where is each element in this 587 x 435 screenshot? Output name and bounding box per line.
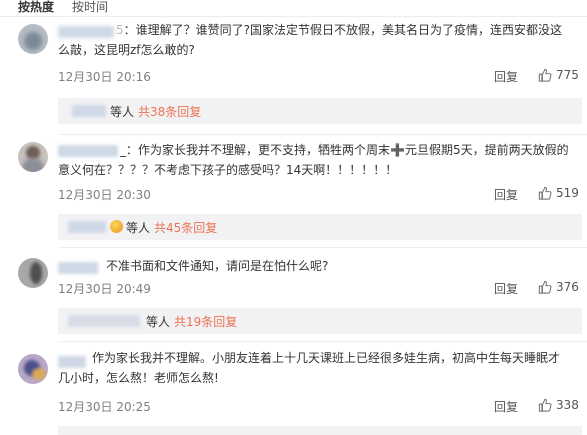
sub-replies-box[interactable]: 等人 共19条回复	[58, 308, 582, 334]
sort-bar: 按热度 按时间	[0, 0, 587, 17]
comment-time: 12月30日 20:25	[58, 400, 151, 414]
sub-reply-user[interactable]	[72, 105, 106, 117]
comment-time: 12月30日 20:49	[58, 282, 151, 296]
comment-text: 5：谁理解了？谁赞同了?国家法定节假日不放假，美其名日为了疫情，连西安都没这么敲…	[58, 20, 570, 60]
avatar[interactable]	[18, 354, 48, 384]
thumbs-up-icon[interactable]	[538, 186, 552, 200]
like-count: 519	[556, 186, 579, 200]
comment-time: 12月30日 20:30	[58, 188, 151, 202]
sub-reply-etc: 等人	[146, 315, 171, 329]
like-count: 338	[556, 398, 579, 412]
sub-reply-etc: 等人	[110, 105, 135, 119]
comment-body: ：作为家长我并不理解，更不支持，牺牲两个周末➕元旦假期5天，提前两天放假的意义何…	[58, 143, 569, 177]
sort-by-time-tab[interactable]: 按时间	[72, 0, 108, 15]
reply-button[interactable]: 回复	[494, 398, 518, 415]
comment-text: 作为家长我并不理解。小朋友连着上十几天课班上已经很多娃生病，初高中生每天睡眠才几…	[58, 348, 570, 388]
avatar[interactable]	[18, 258, 48, 288]
comment-body: 作为家长我并不理解。小朋友连着上十几天课班上已经很多娃生病，初高中生每天睡眠才几…	[58, 351, 561, 385]
sub-reply-user[interactable]	[68, 315, 140, 327]
sub-reply-etc: 等人	[126, 221, 151, 235]
emoji-icon	[110, 220, 123, 233]
more-replies-link[interactable]: 共38条回复	[138, 103, 201, 120]
comment-text: 不准书面和文件通知，请问是在怕什么呢?	[58, 256, 570, 276]
avatar[interactable]	[18, 24, 48, 54]
comment-time: 12月30日 20:16	[58, 70, 151, 84]
like-count: 775	[556, 68, 579, 82]
divider	[58, 134, 587, 135]
divider	[58, 341, 587, 342]
sub-reply-user[interactable]	[68, 221, 106, 233]
username-suffix: 5	[116, 23, 124, 37]
sub-replies-box[interactable]: 等人 共38条回复	[58, 98, 582, 124]
comment-body: ：谁理解了？谁赞同了?国家法定节假日不放假，美其名日为了疫情，连西安都没这么敲，…	[58, 23, 563, 57]
more-replies-link[interactable]: 共45条回复	[154, 219, 217, 236]
sub-replies-box[interactable]	[58, 426, 582, 435]
divider	[58, 247, 587, 248]
reply-button[interactable]: 回复	[494, 280, 518, 297]
thumbs-up-icon[interactable]	[538, 398, 552, 412]
like-count: 376	[556, 280, 579, 294]
comment-text: _：作为家长我并不理解，更不支持，牺牲两个周末➕元旦假期5天，提前两天放假的意义…	[58, 140, 570, 180]
sub-replies-box[interactable]: 等人 共45条回复	[58, 214, 582, 240]
reply-button[interactable]: 回复	[494, 186, 518, 203]
reply-button[interactable]: 回复	[494, 68, 518, 85]
avatar[interactable]	[18, 142, 48, 172]
thumbs-up-icon[interactable]	[538, 280, 552, 294]
thumbs-up-icon[interactable]	[538, 68, 552, 82]
comment-body: 不准书面和文件通知，请问是在怕什么呢?	[106, 259, 329, 273]
sort-by-hot-tab[interactable]: 按热度	[18, 0, 54, 15]
more-replies-link[interactable]: 共19条回复	[174, 313, 237, 330]
